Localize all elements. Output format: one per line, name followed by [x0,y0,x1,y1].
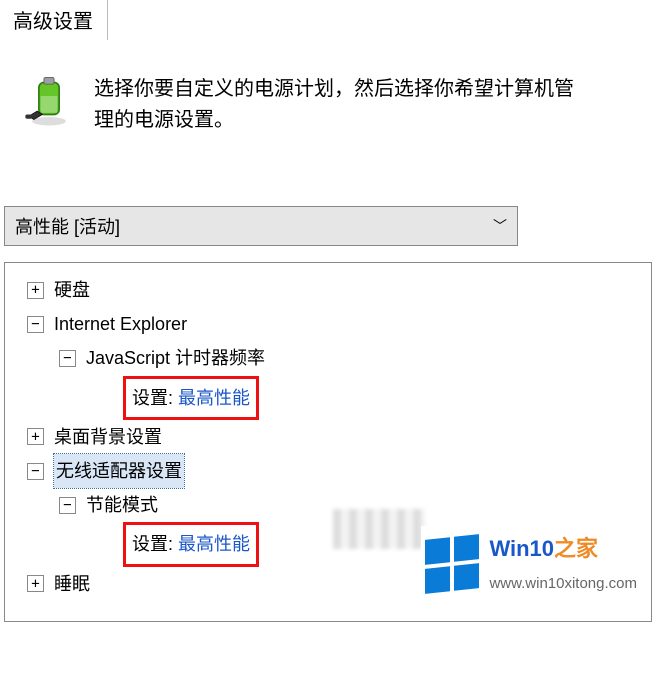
watermark-brand-suffix: 之家 [554,536,598,561]
setting-label: 设置: [132,534,173,554]
power-plan-selected: 高性能 [活动] [15,213,120,239]
expand-icon[interactable]: + [27,428,44,445]
tree-node-js-timer[interactable]: − JavaScript 计时器频率 [13,341,643,375]
node-label: 节能模式 [86,488,158,522]
battery-plug-icon [22,74,76,133]
windows-logo-icon [425,534,479,594]
tree-node-desktop-bg[interactable]: + 桌面背景设置 [13,420,643,454]
power-plan-dropdown[interactable]: 高性能 [活动] ﹀ [4,206,518,246]
watermark-url: www.win10xitong.com [489,570,637,599]
collapse-icon[interactable]: − [27,463,44,480]
tree-setting-row: 设置: 最高性能 [13,376,643,420]
tree-node-hard-disk[interactable]: + 硬盘 [13,273,643,307]
chevron-down-icon: ﹀ [493,216,507,236]
node-label: 硬盘 [54,273,90,307]
description-row: 选择你要自定义的电源计划，然后选择你希望计算机管理的电源设置。 [22,74,659,136]
watermark-brand-main: Win10 [489,536,554,561]
tree-node-ie[interactable]: − Internet Explorer [13,307,643,341]
description-text: 选择你要自定义的电源计划，然后选择你希望计算机管理的电源设置。 [94,74,584,136]
tree-node-wireless[interactable]: − 无线适配器设置 [13,454,643,488]
node-label: Internet Explorer [54,307,187,341]
censored-region [333,509,425,549]
expand-icon[interactable]: + [27,575,44,592]
setting-label: 设置: [132,388,173,408]
collapse-icon[interactable]: − [59,350,76,367]
settings-tree: + 硬盘 − Internet Explorer − JavaScript 计时… [4,262,652,622]
tree-node-power-saving[interactable]: − 节能模式 [13,488,643,522]
tab-label: 高级设置 [13,11,93,33]
node-label: 睡眠 [54,567,90,601]
collapse-icon[interactable]: − [27,316,44,333]
node-label-selected: 无线适配器设置 [54,454,184,488]
node-label: JavaScript 计时器频率 [86,341,265,375]
setting-value-link[interactable]: 最高性能 [178,534,250,554]
expand-icon[interactable]: + [27,282,44,299]
node-label: 桌面背景设置 [54,420,162,454]
tab-advanced-settings[interactable]: 高级设置 [0,0,108,40]
setting-value-link[interactable]: 最高性能 [178,388,250,408]
collapse-icon[interactable]: − [59,497,76,514]
watermark: Win10之家 www.win10xitong.com [421,526,641,600]
